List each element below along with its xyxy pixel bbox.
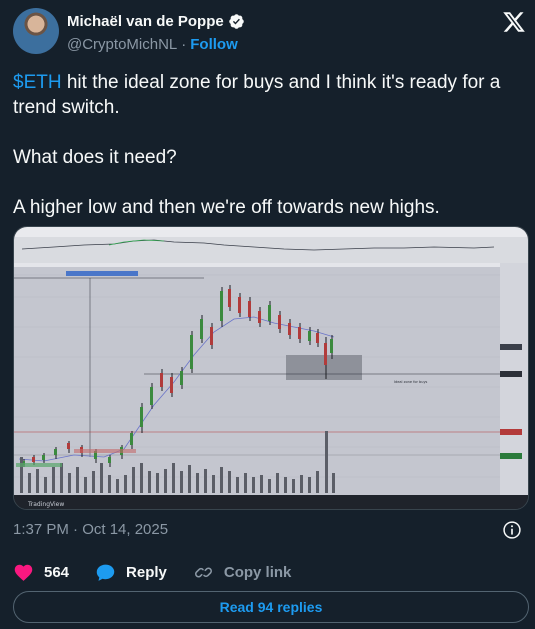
tweet-paragraph-3: A higher low and then we're off towards … xyxy=(13,197,440,218)
chart-annotation: Ideal zone for buys xyxy=(394,380,428,384)
x-logo-icon[interactable] xyxy=(502,10,526,34)
tradingview-brand: TradingView xyxy=(27,501,64,508)
tweet-actions: 564 Reply Copy link xyxy=(13,561,317,583)
author-handle-row: @CryptoMichNL · Follow xyxy=(67,36,238,53)
tweet-header: Michaël van de Poppe @CryptoMichNL · Fol… xyxy=(13,8,528,58)
info-icon[interactable] xyxy=(502,520,522,540)
copy-link-button[interactable]: Copy link xyxy=(193,562,292,583)
reply-label: Reply xyxy=(126,563,167,581)
tweet-timestamp[interactable]: 1:37 PM · Oct 14, 2025 xyxy=(13,521,168,538)
author-name-row: Michaël van de Poppe xyxy=(67,13,245,30)
tweet-paragraph-1: $ETH hit the ideal zone for buys and I t… xyxy=(13,70,528,120)
verified-badge-icon xyxy=(228,14,244,29)
tweet-line-1: hit the ideal zone for buys and I think … xyxy=(13,72,501,118)
tradingview-chart: TradingView Ideal zone for buys xyxy=(14,227,528,509)
copy-link-label: Copy link xyxy=(223,563,292,581)
chart-image[interactable]: TradingView Ideal zone for buys xyxy=(13,226,529,510)
tweet-text: $ETH hit the ideal zone for buys and I t… xyxy=(13,70,528,245)
author-handle[interactable]: @CryptoMichNL xyxy=(67,36,177,53)
follow-button[interactable]: Follow xyxy=(190,36,238,53)
author-name[interactable]: Michaël van de Poppe xyxy=(67,13,224,30)
cashtag-link[interactable]: $ETH xyxy=(13,72,62,93)
avatar[interactable] xyxy=(13,8,59,54)
like-count: 564 xyxy=(44,563,70,581)
link-icon xyxy=(194,567,212,577)
tweet-paragraph-2: What does it need? xyxy=(13,147,177,168)
speech-bubble-icon xyxy=(96,564,115,581)
read-replies-button[interactable]: Read 94 replies xyxy=(13,591,529,623)
reply-button[interactable]: Reply xyxy=(95,562,167,583)
like-button[interactable]: 564 xyxy=(13,562,69,583)
separator-dot: · xyxy=(181,36,187,53)
heart-icon xyxy=(14,564,33,581)
